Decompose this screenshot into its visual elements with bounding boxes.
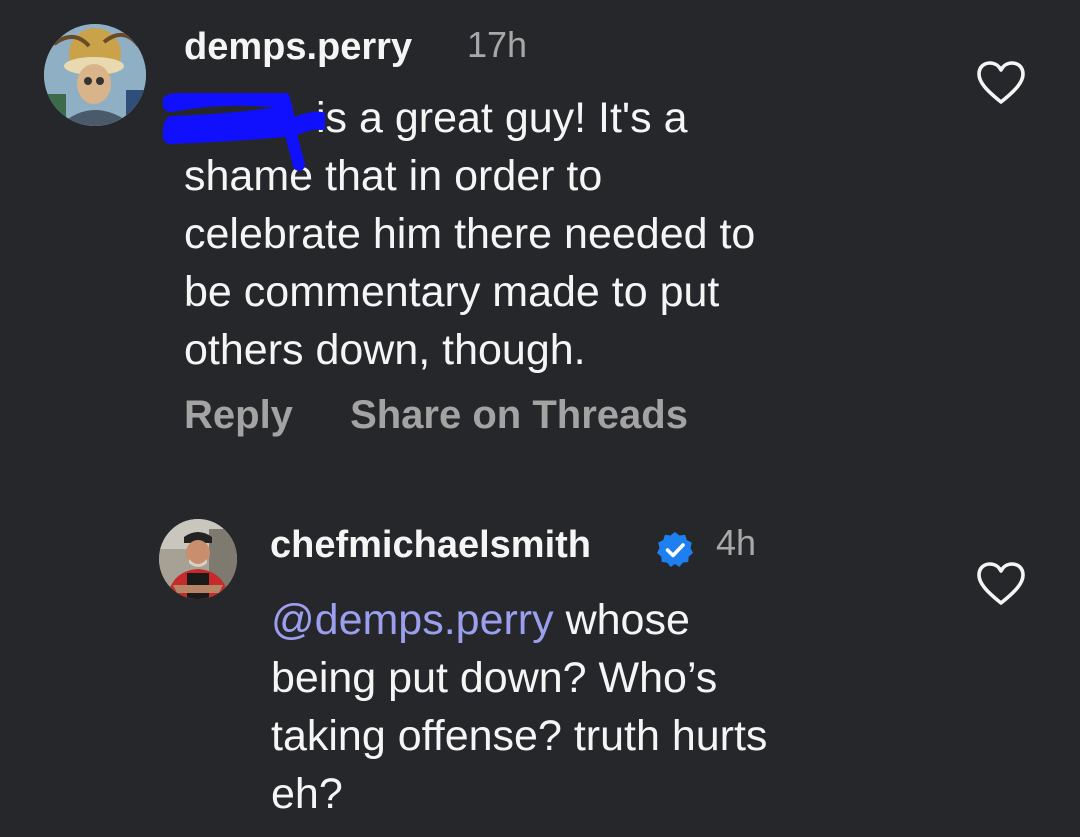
comment-line-text: whose [565, 596, 690, 644]
comment-line: eh? [271, 770, 343, 818]
comment-line: taking offense? truth hurts [271, 712, 768, 760]
avatar-painting-icon [44, 24, 146, 126]
verified-badge-icon [657, 532, 693, 567]
comment-demps-perry: demps.perry 17h is a great guy! It's a s… [0, 0, 1080, 470]
comment-line: celebrate him there needed to [184, 210, 756, 258]
username[interactable]: demps.perry [184, 26, 412, 69]
timestamp: 4h [716, 522, 757, 563]
comment-actions: Reply Share on Threads [184, 393, 734, 438]
mention-link[interactable]: @demps.perry [271, 596, 554, 644]
avatar[interactable] [44, 24, 146, 126]
comment-line: others down, though. [184, 326, 586, 374]
heart-icon[interactable] [976, 561, 1026, 607]
comment-line: being put down? Who’s [271, 654, 718, 702]
timestamp: 17h [467, 24, 528, 65]
avatar[interactable] [159, 519, 237, 599]
username[interactable]: chefmichaelsmith [270, 524, 591, 567]
heart-icon[interactable] [976, 60, 1026, 106]
share-on-threads-button[interactable]: Share on Threads [350, 393, 688, 437]
redaction-scribble [163, 93, 325, 171]
comment-line: be commentary made to put [184, 268, 720, 316]
comment-text: @demps.perry whose being put down? Who’s… [271, 591, 1031, 823]
reply-button[interactable]: Reply [184, 393, 293, 437]
comment-line: @demps.perry whose [271, 591, 1031, 649]
avatar-photo-icon [159, 519, 237, 599]
